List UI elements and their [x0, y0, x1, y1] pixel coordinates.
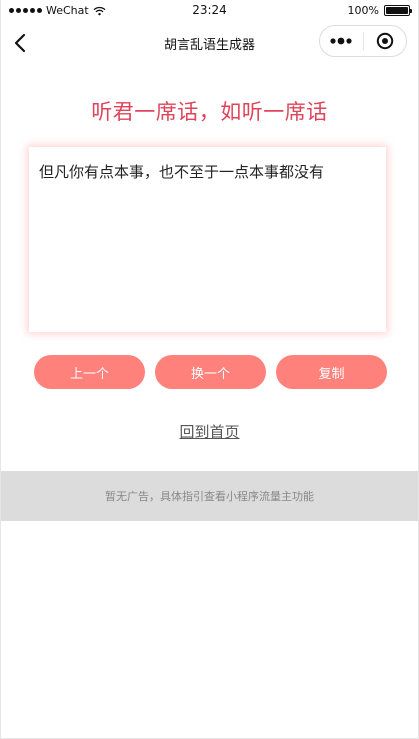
mini-program-capsule — [319, 25, 407, 57]
more-dots-icon — [330, 37, 352, 45]
action-buttons: 上一个 换一个 复制 — [34, 355, 387, 389]
copy-button[interactable]: 复制 — [276, 355, 387, 389]
ad-text: 暂无广告，具体指引查看小程序流量主功能 — [105, 490, 314, 503]
next-button[interactable]: 换一个 — [155, 355, 266, 389]
status-bar: WeChat 23:24 100% — [1, 0, 418, 22]
target-close-icon — [376, 32, 393, 50]
battery-fill — [386, 7, 408, 14]
battery-percent: 100% — [347, 4, 379, 17]
previous-button[interactable]: 上一个 — [34, 355, 145, 389]
close-mini-program-button[interactable] — [364, 26, 407, 56]
app-page: WeChat 23:24 100% 胡言乱语生成器 听君一席话，如听一席话 但凡… — [0, 0, 419, 739]
nav-bar: 胡言乱语生成器 — [1, 22, 418, 64]
battery-icon — [384, 5, 412, 16]
more-menu-button[interactable] — [320, 26, 363, 56]
slogan-heading: 听君一席话，如听一席话 — [91, 100, 328, 124]
generated-text-card: 但凡你有点本事，也不至于一点本事都没有 — [29, 147, 386, 332]
status-right: 100% — [347, 4, 412, 17]
back-home-link[interactable]: 回到首页 — [1, 421, 418, 442]
generated-text: 但凡你有点本事，也不至于一点本事都没有 — [39, 163, 325, 181]
ad-banner: 暂无广告，具体指引查看小程序流量主功能 — [1, 471, 418, 521]
